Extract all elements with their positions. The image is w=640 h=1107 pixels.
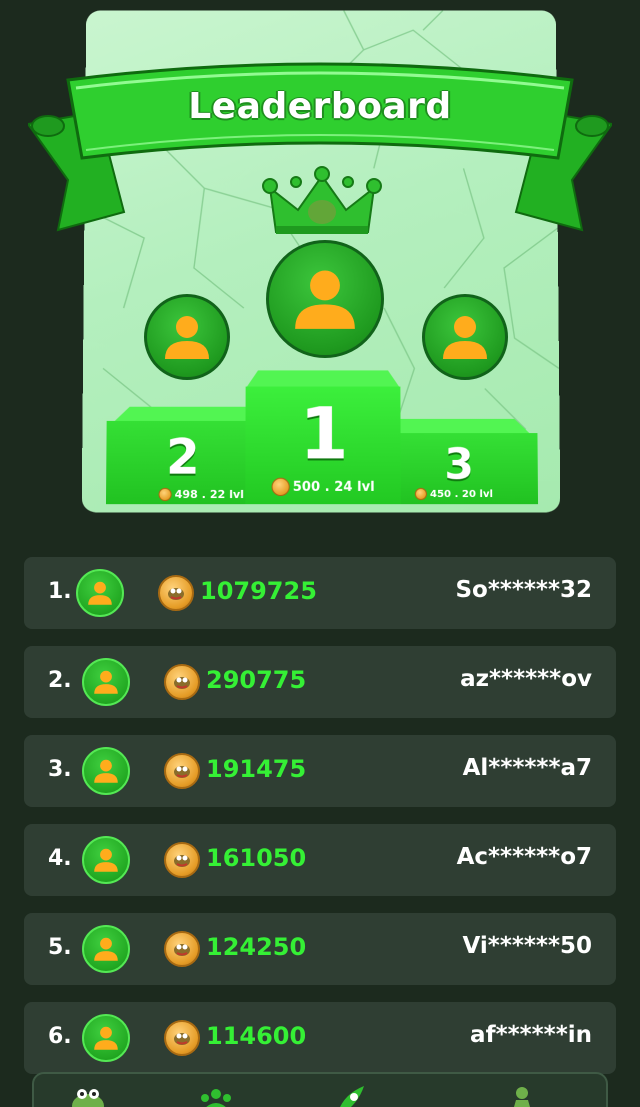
- coin-icon: [164, 753, 200, 789]
- row-score: 191475: [206, 755, 307, 783]
- coin-icon: [164, 1020, 200, 1056]
- coin-icon: [164, 842, 200, 878]
- user-icon: [94, 937, 118, 961]
- coin-icon: [164, 931, 200, 967]
- podium-place-2: 2: [165, 429, 200, 486]
- user-icon: [94, 848, 118, 872]
- user-icon: [94, 670, 118, 694]
- row-avatar: [76, 569, 124, 617]
- row-username: az******ov: [460, 666, 592, 692]
- coin-icon: [158, 487, 172, 502]
- podium-sep-2: .: [197, 487, 210, 502]
- podium-level-2: 22 lvl: [209, 487, 244, 502]
- row-score: 290775: [206, 666, 307, 694]
- leaderboard-row[interactable]: 5. 124250 Vi******50: [24, 913, 616, 985]
- row-score: 1079725: [200, 577, 317, 605]
- row-username: Al******a7: [462, 755, 592, 781]
- coin-icon: [158, 575, 194, 611]
- row-username: af******in: [470, 1022, 592, 1048]
- leaderboard-row[interactable]: 2. 290775 az******ov: [24, 646, 616, 718]
- podium-sep-1: .: [320, 479, 335, 495]
- user-icon: [88, 581, 112, 605]
- row-score: 124250: [206, 933, 307, 961]
- podium-place-3: 3: [444, 439, 474, 489]
- leaderboard-row[interactable]: 6. 114600 af******in: [24, 1002, 616, 1074]
- row-rank: 1.: [48, 579, 72, 604]
- user-icon: [165, 316, 209, 359]
- row-avatar: [82, 925, 130, 973]
- coin-icon: [271, 477, 290, 497]
- podium-place-1: 1: [299, 392, 349, 476]
- coin-icon: [414, 487, 427, 501]
- row-username: Ac******o7: [456, 844, 592, 870]
- podium-stats-2: 498 . 22 lvl: [158, 487, 244, 502]
- bottom-nav: [32, 1072, 608, 1107]
- row-score: 114600: [206, 1022, 307, 1050]
- user-icon: [443, 316, 487, 359]
- row-rank: 5.: [48, 935, 72, 960]
- user-icon: [94, 1026, 118, 1050]
- user-icon: [94, 759, 118, 783]
- row-rank: 2.: [48, 668, 72, 693]
- row-score: 161050: [206, 844, 307, 872]
- podium-stats-3: 450 . 20 lvl: [414, 487, 494, 501]
- row-rank: 6.: [48, 1024, 72, 1049]
- row-avatar: [82, 658, 130, 706]
- row-rank: 3.: [48, 757, 72, 782]
- leaderboard-row[interactable]: 1. 1079725 So******32: [24, 557, 616, 629]
- user-icon: [295, 270, 355, 329]
- podium-coins-1: 500: [292, 479, 321, 495]
- podium-avatar-2[interactable]: [144, 294, 230, 380]
- profile-icon[interactable]: [502, 1084, 542, 1107]
- podium-level-3: 20 lvl: [461, 488, 494, 500]
- frog-icon[interactable]: [68, 1084, 108, 1107]
- podium-avatar-1[interactable]: [266, 240, 384, 358]
- row-avatar: [82, 836, 130, 884]
- rocket-icon[interactable]: [330, 1084, 370, 1107]
- leaderboard-row[interactable]: 3. 191475 Al******a7: [24, 735, 616, 807]
- podium-stats-1: 500 . 24 lvl: [271, 477, 375, 497]
- podium-coins-3: 450: [429, 488, 452, 500]
- row-username: Vi******50: [462, 933, 592, 959]
- friends-icon[interactable]: [196, 1084, 236, 1107]
- coin-icon: [164, 664, 200, 700]
- row-rank: 4.: [48, 846, 72, 871]
- podium-level-1: 24 lvl: [334, 479, 375, 495]
- page-title: Leaderboard: [188, 86, 452, 127]
- row-username: So******32: [455, 577, 592, 603]
- leaderboard-row[interactable]: 4. 161050 Ac******o7: [24, 824, 616, 896]
- row-avatar: [82, 1014, 130, 1062]
- podium-avatar-3[interactable]: [422, 294, 508, 380]
- podium-coins-2: 498: [174, 487, 198, 502]
- row-avatar: [82, 747, 130, 795]
- podium-sep-3: .: [451, 488, 462, 500]
